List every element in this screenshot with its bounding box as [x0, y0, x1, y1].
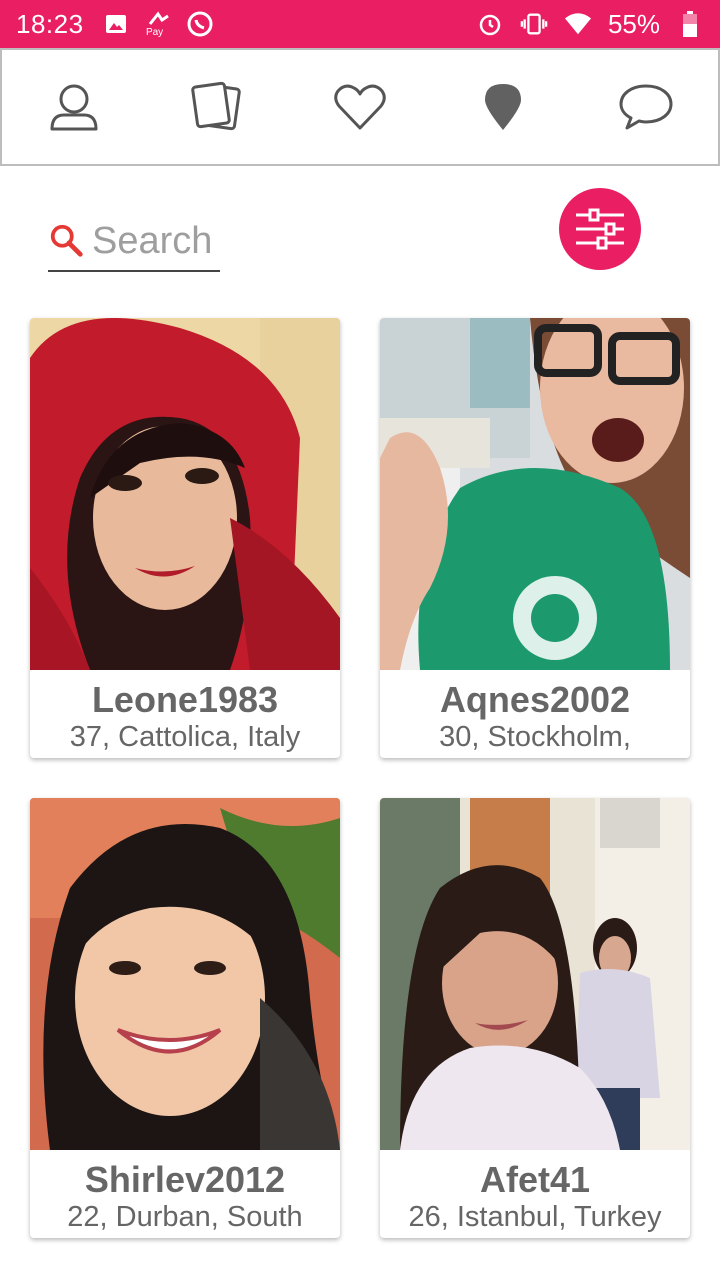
location-pin-icon	[485, 84, 522, 130]
profile-name: Shirlev2012	[84, 1159, 286, 1200]
profile-card[interactable]: Afet41 26, Istanbul, Turkey	[380, 798, 690, 1238]
profile-info: Shirlev2012 22, Durban, South	[30, 1150, 340, 1238]
top-nav	[0, 48, 720, 166]
battery-icon	[676, 10, 704, 38]
search-input[interactable]	[92, 219, 220, 263]
cards-icon	[191, 81, 241, 131]
sliders-icon	[576, 208, 624, 250]
profile-photo[interactable]	[380, 798, 690, 1150]
profile-info: Aqnes2002 30, Stockholm,	[380, 670, 690, 758]
profile-name: Afet41	[479, 1159, 591, 1200]
profile-name: Leone1983	[91, 679, 279, 720]
pay-icon: Pay	[144, 10, 172, 38]
profile-name: Aqnes2002	[439, 679, 631, 720]
profile-card[interactable]: Shirlev2012 22, Durban, South	[30, 798, 340, 1238]
whatsapp-icon	[186, 10, 214, 38]
profile-card[interactable]: Aqnes2002 30, Stockholm,	[380, 318, 690, 758]
search-box[interactable]	[48, 212, 220, 272]
heart-icon	[334, 84, 386, 130]
nav-profile[interactable]	[34, 67, 114, 147]
gallery-icon	[102, 10, 130, 38]
profile-meta: 37, Cattolica, Italy	[69, 721, 301, 753]
vibrate-icon	[520, 10, 548, 38]
status-bar: 18:23 Pay 55%	[0, 0, 720, 48]
filter-button[interactable]	[559, 188, 641, 270]
profile-card[interactable]: Leone1983 37, Cattolica, Italy	[30, 318, 340, 758]
nav-cards[interactable]	[177, 67, 257, 147]
profile-meta: 26, Istanbul, Turkey	[408, 1201, 662, 1233]
nav-messages[interactable]	[606, 67, 686, 147]
alarm-icon	[476, 10, 504, 38]
nav-nearby[interactable]	[463, 67, 543, 147]
profile-photo[interactable]	[30, 318, 340, 670]
profile-photo[interactable]	[380, 318, 690, 670]
profile-info: Leone1983 37, Cattolica, Italy	[30, 670, 340, 758]
profile-photo[interactable]	[30, 798, 340, 1150]
profile-icon	[50, 84, 98, 131]
status-time: 18:23	[16, 8, 84, 39]
search-icon	[50, 224, 83, 257]
battery-percent: 55%	[607, 8, 660, 39]
wifi-icon	[564, 10, 592, 38]
profile-meta: 22, Durban, South	[67, 1201, 303, 1233]
nav-favorites[interactable]	[320, 67, 400, 147]
profile-info: Afet41 26, Istanbul, Turkey	[380, 1150, 690, 1238]
chat-bubble-icon	[619, 84, 673, 130]
profile-meta: 30, Stockholm,	[439, 721, 631, 753]
